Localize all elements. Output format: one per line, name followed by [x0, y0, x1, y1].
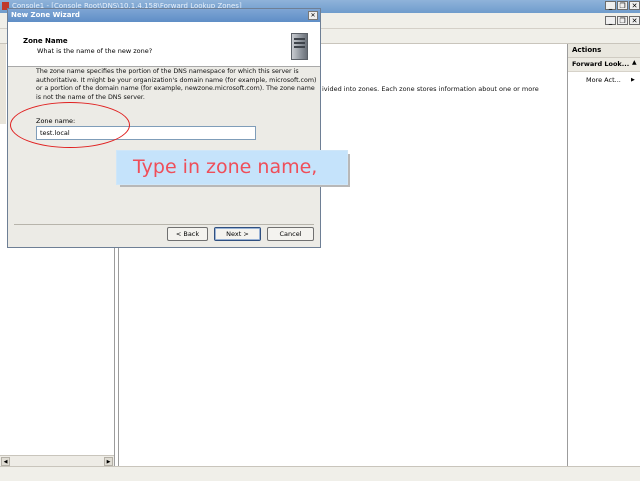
minimize-button[interactable]: _ [605, 1, 616, 10]
zone-name-description: The zone name specifies the portion of t… [36, 68, 317, 101]
server-slot [294, 38, 305, 40]
tree-icon-strip [0, 44, 6, 124]
wizard-page-subheading: What is the name of the new zone? [37, 47, 153, 55]
wizard-title-bar[interactable]: New Zone Wizard ✕ [8, 9, 320, 22]
back-button[interactable]: < Back [167, 227, 208, 241]
more-actions-link[interactable]: More Act... [586, 76, 621, 84]
collapse-arrow-icon[interactable]: ▲ [632, 59, 637, 66]
wizard-title: New Zone Wizard [11, 11, 80, 19]
scroll-left-arrow-icon[interactable]: ◀ [1, 457, 10, 466]
wizard-button-separator [14, 224, 314, 225]
status-bar [0, 466, 640, 481]
scroll-right-arrow-icon[interactable]: ▶ [104, 457, 113, 466]
restore-button[interactable]: ❐ [617, 1, 628, 10]
child-close-button[interactable]: ✕ [629, 16, 640, 25]
submenu-arrow-icon: ▶ [631, 77, 635, 83]
cancel-button[interactable]: Cancel [267, 227, 314, 241]
actions-header-label: Actions [572, 46, 602, 54]
dns-server-icon [291, 33, 308, 60]
instruction-text: Type in zone name, [133, 156, 318, 178]
server-slot [294, 46, 305, 48]
instruction-callout: Type in zone name, [116, 150, 348, 185]
child-restore-button[interactable]: ❐ [617, 16, 628, 25]
close-button[interactable]: ✕ [629, 1, 640, 10]
actions-header: Actions [568, 44, 640, 58]
wizard-close-button[interactable]: ✕ [308, 11, 318, 20]
next-button[interactable]: Next > [214, 227, 261, 241]
actions-pane: Actions Forward Look... ▲ More Act... ▶ [567, 44, 640, 466]
wizard-page-heading: Zone Name [23, 37, 68, 45]
server-slot [294, 42, 305, 44]
actions-section-label: Forward Look... [572, 60, 630, 68]
wizard-header: Zone Name What is the name of the new zo… [8, 22, 320, 67]
child-minimize-button[interactable]: _ [605, 16, 616, 25]
actions-section-forward-lookup[interactable]: Forward Look... ▲ [568, 58, 640, 72]
zones-info-text: ivided into zones. Each zone stores info… [322, 85, 539, 93]
highlight-ellipse [10, 102, 130, 148]
